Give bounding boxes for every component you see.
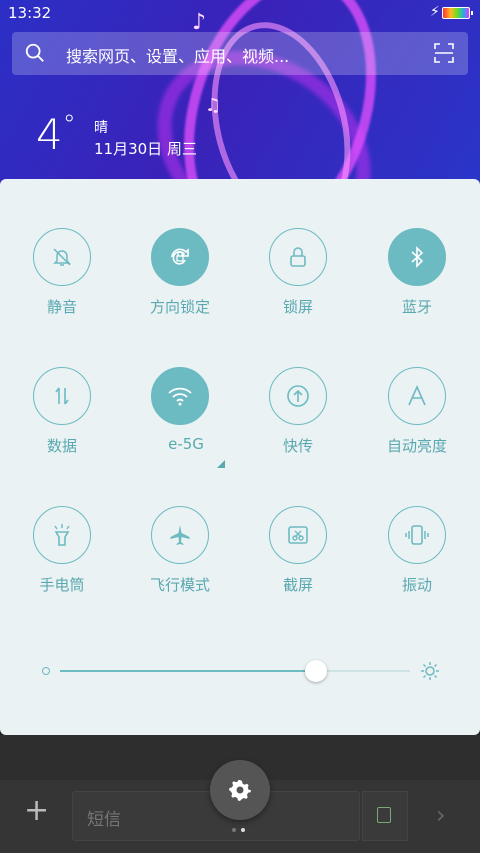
- message-placeholder: 短信: [87, 810, 121, 830]
- tile-auto-brightness[interactable]: 自动亮度: [362, 367, 472, 477]
- tile-screenshot[interactable]: 截屏: [243, 506, 353, 616]
- settings-button[interactable]: [210, 760, 270, 820]
- bell-off-icon: [33, 228, 91, 286]
- tile-rotation-lock[interactable]: 方向锁定: [125, 228, 235, 338]
- charging-icon: ⚡: [430, 4, 440, 20]
- weather-condition: 晴: [94, 120, 108, 136]
- tile-wifi[interactable]: e-5G: [125, 367, 235, 477]
- brightness-thumb[interactable]: [304, 660, 327, 682]
- sim-icon: [377, 807, 391, 823]
- music-note-icon: ♫: [205, 95, 222, 116]
- tile-bluetooth[interactable]: 蓝牙: [362, 228, 472, 338]
- tile-label: 快传: [282, 437, 313, 455]
- bluetooth-icon: [388, 228, 446, 286]
- tile-label: 锁屏: [282, 298, 313, 316]
- tile-label: 静音: [46, 298, 77, 316]
- expand-arrow-icon[interactable]: [217, 460, 225, 468]
- screenshot-icon: [269, 506, 327, 564]
- tile-label: 截屏: [282, 576, 313, 594]
- search-input[interactable]: 搜索网页、设置、应用、视频...: [66, 43, 289, 67]
- battery-icon: [442, 7, 473, 19]
- tile-lock-screen[interactable]: 锁屏: [243, 228, 353, 338]
- page-dot: [232, 828, 236, 832]
- tile-label: 方向锁定: [149, 298, 210, 316]
- auto-brightness-icon: [388, 367, 446, 425]
- tile-label: e-5G: [168, 435, 204, 453]
- add-icon[interactable]: +: [24, 793, 49, 828]
- wifi-icon: [151, 367, 209, 425]
- temperature: 4°: [36, 110, 76, 159]
- airplane-icon: [151, 506, 209, 564]
- wallpaper: ♪ ♫: [0, 0, 480, 190]
- brightness-high-icon: [421, 662, 439, 680]
- rotation-lock-icon: [151, 228, 209, 286]
- weather-date: 11月30日 周三: [94, 140, 197, 158]
- tile-label: 蓝牙: [401, 298, 432, 316]
- tile-label: 自动亮度: [386, 437, 447, 455]
- tile-label: 手电筒: [39, 576, 85, 594]
- tile-mobile-data[interactable]: 数据: [7, 367, 117, 477]
- flashlight-icon: [33, 506, 91, 564]
- tile-vibrate[interactable]: 振动: [362, 506, 472, 616]
- brightness-slider[interactable]: [40, 659, 440, 683]
- status-time: 13:32: [8, 4, 52, 22]
- quick-transfer-icon: [269, 367, 327, 425]
- tile-label: 数据: [46, 437, 77, 455]
- send-icon[interactable]: ›: [436, 801, 446, 829]
- brightness-track[interactable]: [60, 660, 410, 682]
- vibrate-icon: [388, 506, 446, 564]
- gear-icon: [229, 780, 251, 801]
- page-dot-active: [241, 828, 245, 832]
- lock-icon: [269, 228, 327, 286]
- tile-flashlight[interactable]: 手电筒: [7, 506, 117, 616]
- tile-quick-transfer[interactable]: 快传: [243, 367, 353, 477]
- brightness-fill: [60, 670, 316, 672]
- search-icon: [25, 43, 44, 62]
- page-indicator: [232, 828, 252, 834]
- quick-settings-panel: 静音 方向锁定 锁屏 蓝牙 数据 e-5G 快传 自动亮度 手电筒 飞行模式 截…: [0, 179, 480, 735]
- brightness-low-icon: [42, 667, 50, 675]
- mobile-data-icon: [33, 367, 91, 425]
- tile-label: 振动: [401, 576, 432, 594]
- sim-select-button[interactable]: [362, 791, 408, 841]
- scan-icon[interactable]: [434, 43, 454, 63]
- search-bar[interactable]: 搜索网页、设置、应用、视频...: [12, 32, 468, 75]
- tile-silent[interactable]: 静音: [7, 228, 117, 338]
- tile-label: 飞行模式: [149, 576, 210, 594]
- tile-airplane-mode[interactable]: 飞行模式: [125, 506, 235, 616]
- status-bar: 13:32 ⚡: [0, 0, 480, 28]
